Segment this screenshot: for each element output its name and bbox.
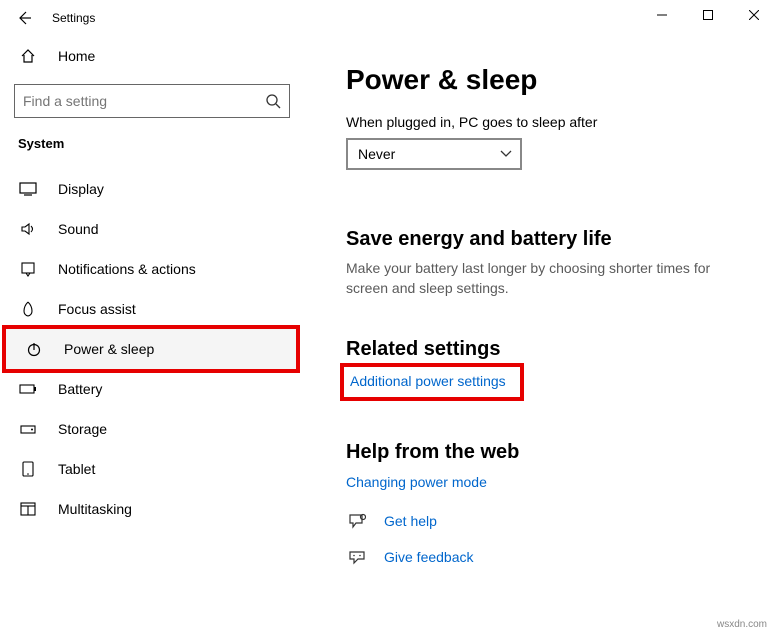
sidebar-item-notifications[interactable]: Notifications & actions [0,249,304,289]
sidebar-item-label: Focus assist [58,301,136,317]
sidebar-item-battery[interactable]: Battery [0,369,304,409]
multitasking-icon [18,502,38,516]
sidebar-item-label: Storage [58,421,107,437]
additional-power-link[interactable]: Additional power settings [350,373,506,389]
sidebar-home-label: Home [58,48,95,64]
sidebar-item-label: Notifications & actions [58,261,196,277]
sidebar-item-storage[interactable]: Storage [0,409,304,449]
titlebar: Settings [0,0,777,36]
storage-icon [18,423,38,435]
watermark: wsxdn.com [717,619,767,630]
display-icon [18,182,38,196]
power-icon [24,341,44,357]
chat-icon [346,510,368,532]
minimize-button[interactable] [639,0,685,30]
feedback-icon [346,546,368,568]
sidebar-item-label: Multitasking [58,501,132,517]
sound-icon [18,221,38,237]
window-title: Settings [52,11,95,25]
dropdown-value: Never [358,146,395,162]
home-icon [18,48,38,64]
window-controls [639,0,777,30]
notifications-icon [18,261,38,277]
chevron-down-icon [500,150,512,158]
sidebar-item-tablet[interactable]: Tablet [0,449,304,489]
page-title: Power & sleep [346,64,757,96]
maximize-button[interactable] [685,0,731,30]
energy-body: Make your battery last longer by choosin… [346,259,726,298]
sidebar-home[interactable]: Home [0,36,304,76]
search-input[interactable] [23,93,265,109]
back-button[interactable] [10,4,38,32]
related-heading: Related settings [346,338,757,361]
sidebar-item-label: Battery [58,381,102,397]
sidebar-item-label: Sound [58,221,98,237]
sidebar-item-multitasking[interactable]: Multitasking [0,489,304,529]
close-button[interactable] [731,0,777,30]
sidebar-item-label: Power & sleep [64,341,154,357]
focus-icon [18,301,38,317]
search-icon [265,93,281,109]
sidebar-item-display[interactable]: Display [0,169,304,209]
sidebar-item-label: Display [58,181,104,197]
help-heading: Help from the web [346,441,757,464]
energy-heading: Save energy and battery life [346,228,757,251]
sidebar-item-sound[interactable]: Sound [0,209,304,249]
sidebar-item-power[interactable]: Power & sleep [6,329,296,369]
sleep-dropdown[interactable]: Never [346,138,522,170]
battery-icon [18,383,38,395]
search-input-wrap[interactable] [14,84,290,118]
sidebar-item-focus[interactable]: Focus assist [0,289,304,329]
get-help-link[interactable]: Get help [384,513,437,529]
sidebar-section-label: System [0,128,304,169]
changing-power-link[interactable]: Changing power mode [346,468,487,496]
content: Power & sleep When plugged in, PC goes t… [310,36,777,634]
tablet-icon [18,461,38,477]
give-feedback-link[interactable]: Give feedback [384,549,474,565]
sidebar: Home System Display Sound Notifications … [0,36,310,634]
sidebar-item-label: Tablet [58,461,95,477]
plugged-label: When plugged in, PC goes to sleep after [346,114,757,130]
